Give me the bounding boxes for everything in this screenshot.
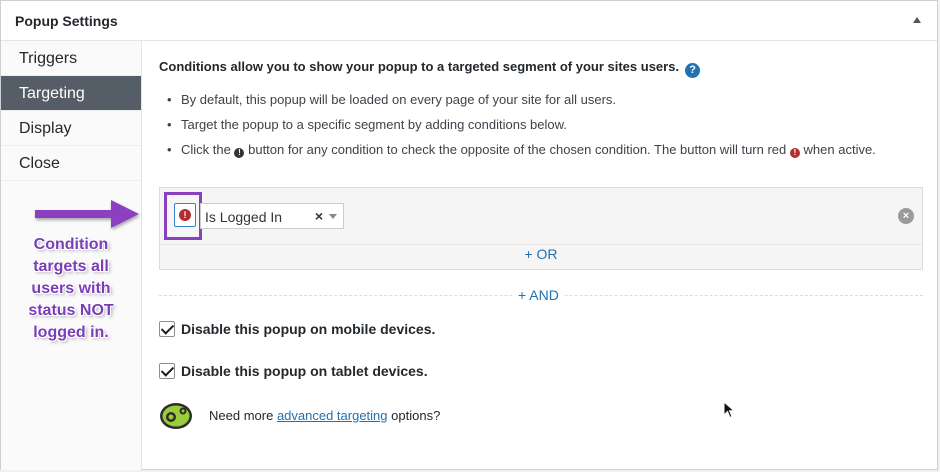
tab-display[interactable]: Display xyxy=(1,111,141,146)
mouse-cursor-icon xyxy=(723,401,736,419)
list-item: Target the popup to a specific segment b… xyxy=(167,116,917,134)
advanced-targeting-text: Need more advanced targeting options? xyxy=(209,408,440,423)
chevron-down-icon[interactable] xyxy=(329,214,337,219)
tab-triggers[interactable]: Triggers xyxy=(1,41,141,76)
not-operator-active-icon: ! xyxy=(789,148,800,158)
bullet3-post: when active. xyxy=(803,142,876,157)
bullet3-mid: button for any condition to check the op… xyxy=(248,142,787,157)
add-and-condition-link[interactable]: + AND xyxy=(512,285,565,305)
instructions-list: By default, this popup will be loaded on… xyxy=(167,91,917,166)
disable-tablet-checkbox-row[interactable]: Disable this popup on tablet devices. xyxy=(159,362,428,380)
tab-targeting[interactable]: Targeting xyxy=(1,76,141,111)
intro-text: Conditions allow you to show your popup … xyxy=(159,59,680,74)
conditions-intro: Conditions allow you to show your popup … xyxy=(159,59,701,78)
add-or-condition-link[interactable]: + OR xyxy=(160,244,922,264)
disable-mobile-checkbox[interactable] xyxy=(159,321,175,337)
tab-close[interactable]: Close xyxy=(1,146,141,181)
advanced-targeting-link[interactable]: advanced targeting xyxy=(277,408,388,423)
annotation-arrow-icon xyxy=(35,200,139,228)
not-operator-icon: ! xyxy=(234,148,245,158)
remove-condition-icon[interactable]: × xyxy=(898,208,914,224)
collapse-toggle-icon[interactable] xyxy=(913,17,921,23)
list-item: Click the ! button for any condition to … xyxy=(167,141,917,159)
not-operator-button[interactable]: ! xyxy=(174,203,196,227)
panel-title: Popup Settings xyxy=(15,13,118,29)
more-pre: Need more xyxy=(209,408,274,423)
popup-settings-panel: Popup Settings Triggers Targeting Displa… xyxy=(0,0,938,470)
disable-mobile-checkbox-row[interactable]: Disable this popup on mobile devices. xyxy=(159,320,435,338)
more-post: options? xyxy=(391,408,441,423)
help-icon[interactable]: ? xyxy=(685,63,701,78)
condition-value: Is Logged In xyxy=(205,209,283,225)
condition-group: ! Is Logged In × × + OR xyxy=(159,187,923,270)
annotation-callout: Condition targets all users with status … xyxy=(28,236,114,341)
bullet3-pre: Click the xyxy=(181,142,231,157)
disable-tablet-label: Disable this popup on tablet devices. xyxy=(181,363,428,379)
disable-mobile-label: Disable this popup on mobile devices. xyxy=(181,321,436,337)
panel-header[interactable]: Popup Settings xyxy=(1,1,937,41)
clear-selection-icon[interactable]: × xyxy=(315,208,323,224)
condition-select[interactable]: Is Logged In × xyxy=(200,203,344,229)
not-operator-active-icon: ! xyxy=(179,209,191,221)
extension-logo-icon xyxy=(160,403,192,429)
list-item: By default, this popup will be loaded on… xyxy=(167,91,917,109)
disable-tablet-checkbox[interactable] xyxy=(159,363,175,379)
